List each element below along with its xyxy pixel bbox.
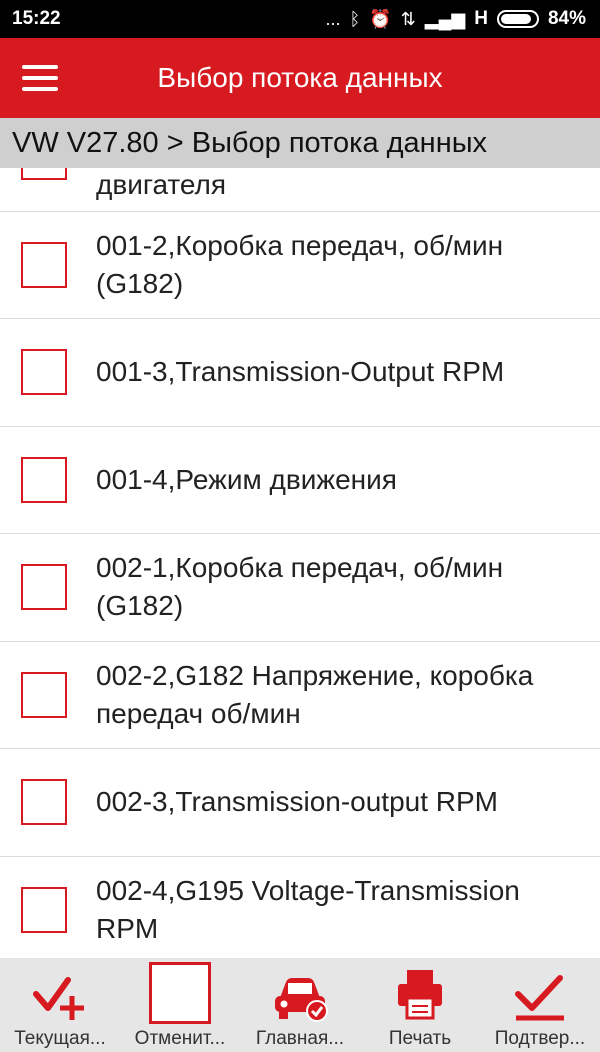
checkbox[interactable] xyxy=(21,886,67,933)
checkbox[interactable] xyxy=(21,241,67,288)
list-item[interactable]: 002-3,Transmission-output RPM xyxy=(0,749,600,857)
current-selection-button[interactable]: Текущая... xyxy=(0,958,120,1052)
checkbox[interactable] xyxy=(21,564,67,611)
status-time: 15:22 xyxy=(12,8,61,29)
list-item-label: 002-4,G195 Voltage-Transmission RPM xyxy=(96,874,520,944)
checkbox[interactable] xyxy=(21,671,67,718)
list-item[interactable]: 002-1,Коробка передач, об/мин (G182) xyxy=(0,534,600,642)
list-item-label: 001-4,Режим движения xyxy=(96,463,397,495)
list-item[interactable]: 002-2,G182 Напряжение, коробка передач о… xyxy=(0,642,600,749)
list-item[interactable]: 001-3,Transmission-Output RPM xyxy=(0,319,600,427)
signal-icon: ▂▄▆ xyxy=(424,8,466,29)
tab-label: Отменит... xyxy=(134,1028,226,1049)
list-item-label: 002-3,Transmission-output RPM xyxy=(96,786,499,818)
home-button[interactable]: Главная... xyxy=(240,958,360,1052)
tab-label: Главная... xyxy=(255,1028,345,1049)
page-title: Выбор потока данных xyxy=(157,62,443,93)
checkbox[interactable] xyxy=(21,168,67,181)
breadcrumb: VW V27.80 > Выбор потока данных xyxy=(0,118,600,168)
car-check-icon xyxy=(275,978,328,1022)
list-item[interactable]: 002-4,G195 Voltage-Transmission RPM xyxy=(0,857,600,959)
status-bar: 15:22 ... ᛒ ⏰ ⇅ ▂▄▆ H 84% xyxy=(0,0,600,38)
battery-percent: 84% xyxy=(547,8,586,29)
tab-label: Подтвер... xyxy=(494,1028,586,1049)
data-stream-list[interactable]: двигателя 001-2,Коробка передач, об/мин … xyxy=(0,168,600,958)
list-item[interactable]: 001-4,Режим движения xyxy=(0,427,600,534)
confirm-check-icon xyxy=(515,975,564,1021)
list-item-label: 002-2,G182 Напряжение, коробка передач о… xyxy=(96,659,534,729)
check-plus-icon xyxy=(33,977,84,1020)
hamburger-icon[interactable] xyxy=(0,38,80,118)
print-button[interactable]: Печать xyxy=(360,958,480,1052)
checkbox[interactable] xyxy=(21,349,67,396)
confirm-button[interactable]: Подтвер... xyxy=(480,958,600,1052)
empty-checkbox-icon xyxy=(149,962,211,1024)
tab-label: Текущая... xyxy=(14,1028,106,1049)
app-bar: Выбор потока данных xyxy=(0,38,600,118)
printer-icon xyxy=(398,970,442,1020)
checkbox[interactable] xyxy=(21,456,67,503)
notification-dots: ... xyxy=(325,8,341,29)
bottom-action-bar: Текущая... Отменит... Главная... Печать xyxy=(0,958,600,1052)
network-type: H xyxy=(474,8,488,29)
vibrate-icon: ⇅ xyxy=(400,8,416,29)
alarm-icon: ⏰ xyxy=(369,8,392,29)
list-item-label: 002-1,Коробка передач, об/мин (G182) xyxy=(96,552,504,622)
bluetooth-icon: ᛒ xyxy=(349,8,361,29)
list-item-label: двигателя xyxy=(96,169,227,200)
status-icons: ... ᛒ ⏰ ⇅ ▂▄▆ H 84% xyxy=(325,8,586,30)
list-item-label: 001-2,Коробка передач, об/мин (G182) xyxy=(96,229,504,299)
cancel-button[interactable]: Отменит... xyxy=(120,958,240,1052)
tab-label: Печать xyxy=(388,1028,452,1049)
battery-icon xyxy=(496,10,539,28)
list-item[interactable]: двигателя xyxy=(0,168,600,212)
checkbox[interactable] xyxy=(21,779,67,826)
list-item[interactable]: 001-2,Коробка передач, об/мин (G182) xyxy=(0,212,600,319)
list-item-label: 001-3,Transmission-Output RPM xyxy=(96,356,505,388)
